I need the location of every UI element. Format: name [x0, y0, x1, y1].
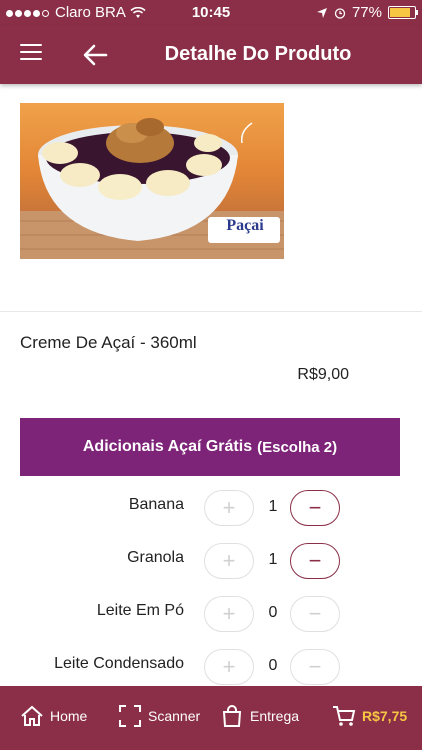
addon-label: Leite Condensado: [54, 655, 184, 672]
addon-row-granola: Granola + 1 −: [0, 543, 422, 591]
alarm-icon: [334, 7, 346, 19]
battery-percent: 77%: [351, 4, 382, 21]
addon-row-leite-em-po: Leite Em Pó + 0 −: [0, 596, 422, 644]
minus-icon: −: [308, 601, 322, 626]
addon-label: Granola: [127, 549, 184, 566]
increase-button[interactable]: +: [204, 490, 254, 526]
decrease-button[interactable]: −: [290, 596, 340, 632]
home-icon: [21, 705, 43, 726]
cart-icon: [333, 706, 356, 726]
tab-cart[interactable]: R$7,75: [332, 704, 407, 728]
product-image: Paçai: [20, 103, 284, 259]
shopping-bag-icon: [222, 705, 242, 727]
addons-section-header: Adicionais Açaí Grátis (Escolha 2): [20, 418, 400, 476]
tab-scanner-label: Scanner: [148, 708, 201, 724]
tab-delivery[interactable]: Entrega: [220, 704, 299, 728]
tab-scanner[interactable]: Scanner: [118, 704, 200, 728]
decrease-button[interactable]: −: [290, 649, 340, 685]
addon-quantity: 1: [268, 551, 278, 568]
addon-label: Banana: [128, 496, 184, 513]
plus-icon: +: [222, 601, 236, 626]
addons-subtitle: (Escolha 2): [257, 438, 338, 456]
location-arrow-icon: [316, 7, 327, 18]
acai-bowl-illustration: [20, 118, 284, 259]
addon-quantity: 0: [268, 657, 278, 674]
addon-label: Leite Em Pó: [96, 602, 184, 619]
increase-button[interactable]: +: [204, 649, 254, 685]
addon-quantity: 0: [268, 604, 278, 621]
increase-button[interactable]: +: [204, 596, 254, 632]
tab-delivery-label: Entrega: [250, 708, 300, 724]
scanner-icon: [119, 705, 141, 727]
battery-icon: [388, 6, 418, 19]
product-name: Creme De Açaí - 360ml: [20, 333, 197, 352]
plus-icon: +: [222, 654, 236, 679]
bottom-tab-bar: Home Scanner Entrega R$7,75: [0, 686, 422, 750]
product-price: R$9,00: [297, 366, 349, 383]
tab-home-label: Home: [50, 708, 88, 724]
page-title: Detalhe Do Produto: [164, 43, 352, 65]
plus-icon: +: [222, 548, 236, 573]
addon-quantity: 1: [268, 498, 278, 515]
brand-logo: Paçai: [226, 217, 264, 234]
addons-title: Adicionais Açaí Grátis: [82, 438, 253, 455]
divider: [0, 311, 422, 312]
minus-icon: −: [308, 654, 322, 679]
navigation-bar: Detalhe Do Produto: [0, 26, 422, 84]
decrease-button[interactable]: −: [290, 543, 340, 579]
tab-home[interactable]: Home: [20, 704, 87, 728]
cart-total: R$7,75: [362, 708, 408, 724]
increase-button[interactable]: +: [204, 543, 254, 579]
status-bar: Claro BRA 10:45 77%: [0, 0, 422, 26]
decrease-button[interactable]: −: [290, 490, 340, 526]
minus-icon: −: [308, 495, 322, 520]
addon-row-banana: Banana + 1 −: [0, 490, 422, 538]
plus-icon: +: [222, 495, 236, 520]
minus-icon: −: [308, 548, 322, 573]
